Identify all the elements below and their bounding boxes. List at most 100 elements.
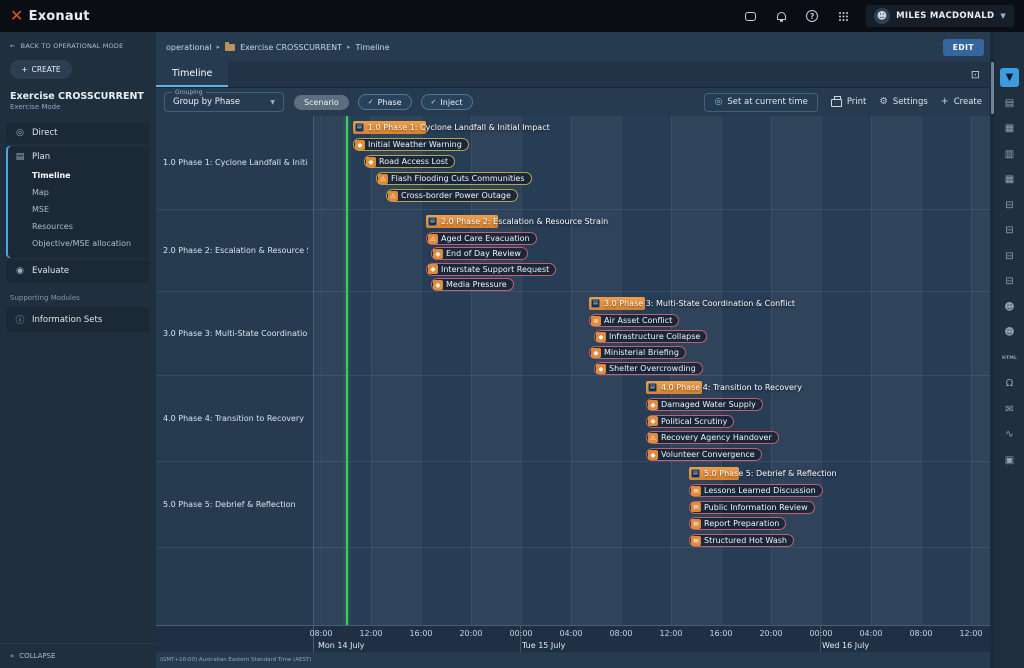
- app-frame: ← BACK TO OPERATIONAL MODE + CREATE Exer…: [0, 32, 1024, 668]
- archive-icon-2[interactable]: ⊟: [1000, 221, 1019, 240]
- inject-icon: ◆: [596, 364, 606, 374]
- filter-icon[interactable]: ▼: [1000, 68, 1019, 87]
- filter-chip-phase[interactable]: ✓Phase: [358, 94, 412, 110]
- inject-item[interactable]: ◆Initial Weather Warning: [353, 138, 469, 151]
- nav-block-plan: ▤PlanTimelineMapMSEResourcesObjective/MS…: [6, 146, 150, 258]
- inject-item[interactable]: ◆Volunteer Convergence: [646, 448, 762, 461]
- inject-item[interactable]: ◆Infrastructure Collapse: [594, 330, 707, 343]
- inject-icon: ⚠: [648, 433, 658, 443]
- scrollbar-thumb[interactable]: [991, 62, 994, 114]
- inject-item[interactable]: ✉Public Information Review: [689, 501, 815, 514]
- settings-label: Settings: [893, 97, 928, 107]
- inject-item[interactable]: ◆Damaged Water Supply: [646, 398, 763, 411]
- exonaut-logo-icon: ✕: [10, 8, 24, 24]
- inject-item[interactable]: ✉Lessons Learned Discussion: [689, 484, 823, 497]
- gantt-area: 1.0 Phase 1: Cyclone Landfall & Initia..…: [156, 116, 990, 625]
- sidebar-item-resources[interactable]: Resources: [32, 218, 150, 235]
- inject-item[interactable]: ◆Political Scrutiny: [646, 415, 734, 428]
- document-icon[interactable]: ▤: [1000, 94, 1019, 113]
- fullscreen-icon[interactable]: ⊡: [971, 68, 980, 81]
- phase-bar[interactable]: ▤5.0 Phase 5: Debrief & Reflection: [689, 467, 837, 480]
- apps-grid-icon[interactable]: [835, 8, 851, 24]
- archive-icon-4[interactable]: ⊟: [1000, 272, 1019, 291]
- sidebar-item-information-sets[interactable]: ⓘInformation Sets: [6, 308, 150, 331]
- inject-item[interactable]: ⊘Air Asset Conflict: [589, 314, 679, 327]
- phase-bar[interactable]: ▤4.0 Phase 4: Transition to Recovery: [646, 381, 802, 394]
- inject-item[interactable]: ⚠Flash Flooding Cuts Communities: [376, 172, 532, 185]
- sidebar-item-plan[interactable]: ▤Plan: [6, 147, 150, 167]
- archive-icon-3[interactable]: ⊟: [1000, 247, 1019, 266]
- timeline-group-label: 1.0 Phase 1: Cyclone Landfall & Initia..…: [156, 116, 313, 210]
- bell-shape: [777, 12, 786, 20]
- bell-icon[interactable]: Ω: [1000, 374, 1019, 393]
- chat-icon[interactable]: [742, 8, 758, 24]
- create-item-button[interactable]: + Create: [941, 97, 982, 107]
- collapse-button[interactable]: « COLLAPSE: [0, 643, 156, 668]
- sidebar-item-objective-mse-allocation[interactable]: Objective/MSE allocation: [32, 235, 150, 252]
- inject-icon: ◆: [366, 157, 376, 167]
- breadcrumb-item-timeline[interactable]: Timeline: [356, 43, 390, 52]
- group-label-text: 5.0 Phase 5: Debrief & Reflection: [163, 500, 296, 509]
- frame-user-icon[interactable]: ▥: [1000, 145, 1019, 164]
- inject-item[interactable]: ◆Ministerial Briefing: [589, 346, 686, 359]
- group-icon[interactable]: ☻: [1000, 323, 1019, 342]
- timeline-group-label: 3.0 Phase 3: Multi-State Coordination...: [156, 292, 313, 376]
- vertical-scrollbar[interactable]: [990, 32, 995, 668]
- report-icon[interactable]: ∿: [1000, 425, 1019, 444]
- breadcrumb-item-exercise-crosscurrent[interactable]: Exercise CROSSCURRENT: [240, 43, 342, 52]
- sidebar-nav: ◎Direct ▤PlanTimelineMapMSEResourcesObjec…: [0, 120, 156, 284]
- arrow-left-icon: ←: [10, 42, 16, 50]
- inject-label: Infrastructure Collapse: [609, 332, 700, 341]
- mail-icon[interactable]: ✉: [1000, 400, 1019, 419]
- sidebar-item-direct[interactable]: ◎Direct: [6, 123, 150, 143]
- user-menu[interactable]: ☻ MILES MACDONALD ▼: [866, 5, 1014, 27]
- create-label: Create: [954, 97, 982, 107]
- inject-item[interactable]: ◆Road Access Lost: [364, 155, 455, 168]
- grouping-select[interactable]: Grouping Group by Phase ▼: [164, 92, 284, 112]
- inject-item[interactable]: ◆Media Pressure: [431, 278, 514, 291]
- briefcase-icon[interactable]: ▣: [1000, 451, 1019, 470]
- filter-chip-scenario[interactable]: Scenario: [294, 95, 349, 110]
- inject-label: End of Day Review: [446, 249, 521, 258]
- print-button[interactable]: Print: [831, 97, 867, 107]
- help-icon[interactable]: ?: [804, 8, 820, 24]
- image-icon[interactable]: ▦: [1000, 119, 1019, 138]
- inject-item[interactable]: ✉Structured Hot Wash: [689, 534, 794, 547]
- settings-button[interactable]: ⚙ Settings: [879, 97, 927, 107]
- phase-bar[interactable]: ▤1.0 Phase 1: Cyclone Landfall & Initial…: [353, 121, 550, 134]
- notifications-bell-icon[interactable]: [773, 8, 789, 24]
- timeline-group-row: ▤1.0 Phase 1: Cyclone Landfall & Initial…: [314, 116, 990, 210]
- archive-icon[interactable]: ⊟: [1000, 196, 1019, 215]
- sidebar-item-evaluate[interactable]: ◉Evaluate: [6, 261, 150, 281]
- inject-item[interactable]: ✉Report Preparation: [689, 517, 786, 530]
- sidebar-item-mse[interactable]: MSE: [32, 201, 150, 218]
- phase-bar[interactable]: ▤2.0 Phase 2: Escalation & Resource Stra…: [426, 215, 608, 228]
- inject-item[interactable]: ⚠Recovery Agency Handover: [646, 431, 779, 444]
- timeline-chart[interactable]: ▤1.0 Phase 1: Cyclone Landfall & Initial…: [313, 116, 990, 625]
- nav-block-direct: ◎Direct: [6, 122, 150, 144]
- back-to-operational-mode-link[interactable]: ← BACK TO OPERATIONAL MODE: [0, 32, 156, 58]
- phase-bar-label: 1.0 Phase 1: Cyclone Landfall & Initial …: [368, 123, 550, 132]
- sidebar-item-map[interactable]: Map: [32, 184, 150, 201]
- inject-item[interactable]: ◆Shelter Overcrowding: [594, 362, 703, 375]
- tab-bar: Timeline ⊡: [156, 62, 990, 88]
- topbar-actions: ? ☻ MILES MACDONALD ▼: [742, 5, 1014, 27]
- html-icon[interactable]: HTML: [1000, 349, 1019, 368]
- set-at-current-time-button[interactable]: ◎ Set at current time: [704, 93, 817, 112]
- group-label-text: 4.0 Phase 4: Transition to Recovery: [163, 414, 304, 423]
- sidebar-item-timeline[interactable]: Timeline: [32, 167, 150, 184]
- create-button[interactable]: + CREATE: [10, 60, 72, 79]
- filter-chip-inject[interactable]: ✓Inject: [421, 94, 473, 110]
- axis-time-label: 16:00: [709, 629, 732, 638]
- breadcrumb-item-operational[interactable]: operational: [166, 43, 212, 52]
- edit-button[interactable]: EDIT: [943, 39, 984, 56]
- inject-item[interactable]: ⚠Aged Care Evacuation: [426, 232, 537, 245]
- inject-item[interactable]: ◆End of Day Review: [431, 247, 528, 260]
- inject-item[interactable]: ◆Interstate Support Request: [426, 263, 556, 276]
- inject-item[interactable]: ⚠Cross-border Power Outage: [386, 189, 518, 202]
- tab-timeline[interactable]: Timeline: [156, 61, 228, 87]
- inject-icon: ◆: [355, 140, 365, 150]
- frame-icon[interactable]: ▦: [1000, 170, 1019, 189]
- team-icon[interactable]: ☻: [1000, 298, 1019, 317]
- phase-bar[interactable]: ▤3.0 Phase 3: Multi-State Coordination &…: [589, 297, 795, 310]
